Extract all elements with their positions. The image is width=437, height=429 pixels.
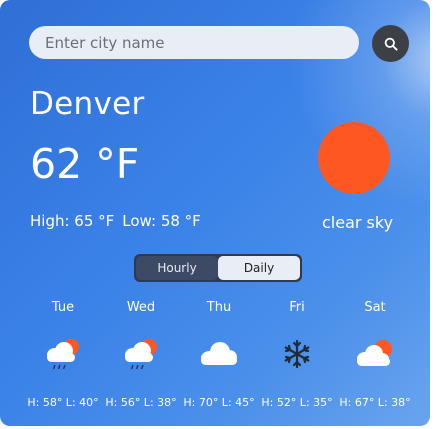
snowflake-icon — [284, 339, 310, 369]
search-button[interactable] — [372, 25, 409, 62]
weather-condition: clear sky — [322, 213, 394, 232]
forecast-day: Wed H: 56° L: 38° — [102, 300, 180, 409]
forecast-temperature-range: H: 67° L: 38° — [339, 396, 411, 409]
search-bar — [29, 25, 409, 62]
forecast-day: Tue H: 58° L: 40° — [24, 300, 102, 409]
search-icon — [384, 37, 398, 51]
forecast-temperature-range: H: 70° L: 45° — [183, 396, 255, 409]
forecast-day-name: Tue — [51, 300, 75, 315]
forecast-day-name: Sat — [364, 300, 386, 315]
toggle-daily-button[interactable]: Daily — [218, 256, 300, 280]
forecast-day-name: Fri — [289, 300, 305, 315]
forecast-temperature-range: H: 52° L: 35° — [261, 396, 333, 409]
rain-cloud-sun-icon — [47, 339, 79, 370]
weather-card: Denver 62 °F High: 65 °F Low: 58 °F clear… — [0, 0, 430, 426]
toggle-hourly-button[interactable]: Hourly — [136, 256, 218, 280]
daily-forecast: Tue H: 58° L: 40° Wed H: 56° L: 38° Thu … — [24, 300, 416, 420]
city-name: Denver — [30, 86, 145, 122]
forecast-temperature-range: H: 58° L: 40° — [27, 396, 99, 409]
cloud-sun-icon — [357, 340, 392, 366]
low-temperature: Low: 58 °F — [122, 212, 201, 230]
forecast-mode-toggle: Hourly Daily — [134, 254, 302, 282]
high-temperature: High: 65 °F — [30, 212, 115, 230]
forecast-day-name: Wed — [126, 300, 156, 315]
high-low-temperature: High: 65 °F Low: 58 °F — [30, 212, 201, 230]
forecast-day: Sat H: 67° L: 38° — [336, 300, 414, 409]
cloud-icon — [201, 342, 237, 365]
current-temperature: 62 °F — [30, 140, 140, 188]
forecast-day: Thu H: 70° L: 45° — [180, 300, 258, 409]
forecast-day-name: Thu — [206, 300, 232, 315]
rain-cloud-sun-icon — [125, 339, 157, 370]
city-search-input[interactable] — [29, 26, 359, 59]
forecast-day: Fri H: 52° L: 35° — [258, 300, 336, 409]
forecast-temperature-range: H: 56° L: 38° — [105, 396, 177, 409]
sun-icon — [318, 122, 390, 194]
